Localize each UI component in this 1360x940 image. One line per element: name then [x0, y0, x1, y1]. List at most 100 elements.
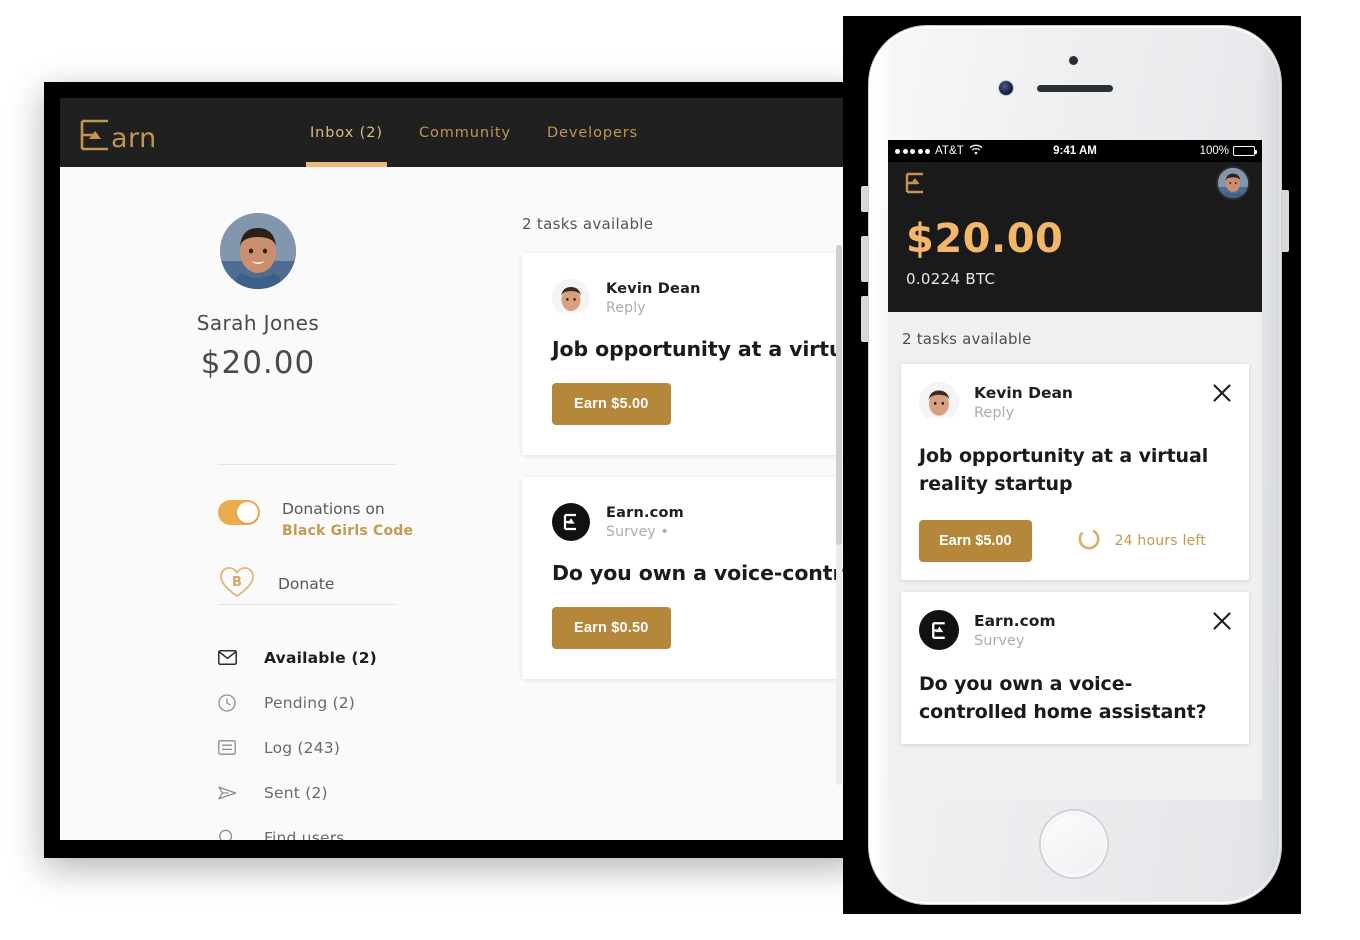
- donations-toggle-row[interactable]: Donations on Black Girls Code: [218, 497, 413, 543]
- task-card[interactable]: Earn.com Survey • Do you own a voice-con…: [522, 477, 846, 679]
- profile-name: Sarah Jones: [196, 311, 320, 335]
- sidebar-item-log[interactable]: Log (243): [218, 725, 438, 770]
- task-sender-name: Earn.com: [974, 611, 1056, 630]
- svg-text:arn: arn: [111, 123, 157, 153]
- divider: [218, 464, 396, 465]
- home-button-inner: [1045, 815, 1103, 873]
- avatar[interactable]: [220, 213, 296, 289]
- tab-inbox-label: Inbox (2): [310, 124, 383, 141]
- battery-icon: [1233, 146, 1257, 156]
- task-sender-name: Kevin Dean: [974, 383, 1073, 402]
- donations-label: Donations on: [282, 500, 385, 518]
- phone-task-card[interactable]: Earn.com Survey Do you own a voice-contr…: [901, 592, 1249, 745]
- earn-logo-icon[interactable]: arn: [78, 117, 166, 154]
- sidebar-item-sent-label: Sent (2): [264, 783, 328, 802]
- sender-avatar: [919, 382, 959, 422]
- task-sender-name: Kevin Dean: [606, 280, 701, 297]
- donate-label: Donate: [278, 575, 335, 593]
- tab-inbox[interactable]: Inbox (2): [292, 98, 401, 167]
- list-icon: [218, 740, 244, 755]
- task-type-label: Reply: [606, 299, 646, 316]
- clock-icon: [218, 693, 244, 712]
- timer-circle-icon: [1076, 526, 1102, 556]
- tab-developers-label: Developers: [546, 124, 639, 141]
- sidebar-item-available[interactable]: Available (2): [218, 635, 438, 680]
- task-timer: 24 hours left: [1076, 526, 1206, 556]
- sender-avatar: [552, 279, 590, 317]
- task-title: Do you own a voice-controlled home assis…: [552, 561, 846, 585]
- donate-row[interactable]: B Donate: [218, 565, 334, 603]
- phone-card-meta: Kevin Dean Reply: [974, 384, 1073, 421]
- close-icon[interactable]: [1211, 610, 1233, 632]
- donations-text: Donations on Black Girls Code: [282, 497, 413, 543]
- sidebar-item-find-users[interactable]: Find users: [218, 815, 438, 840]
- task-card-header: Earn.com Survey •: [522, 477, 846, 541]
- donations-toggle[interactable]: [218, 500, 260, 525]
- tab-community[interactable]: Community: [401, 98, 529, 167]
- close-icon[interactable]: [1211, 382, 1233, 404]
- phone-balance-amount: $20.00: [906, 216, 1064, 262]
- desktop-window-content: arn Inbox (2) Community Developers Sarah…: [60, 98, 846, 840]
- status-time: 9:41 AM: [1053, 145, 1097, 157]
- task-card-meta: Kevin Dean Reply: [606, 281, 701, 316]
- task-type-label: Survey: [974, 632, 1025, 649]
- home-button[interactable]: [1041, 811, 1107, 877]
- phone-balance-section: $20.00 0.0224 BTC: [888, 203, 1262, 312]
- task-count-label: 2 tasks available: [522, 215, 654, 233]
- task-title: Job opportunity at a virtual reality sta…: [919, 445, 1209, 496]
- sidebar-item-find-users-label: Find users: [264, 828, 345, 841]
- earn-logo-avatar-icon: [552, 503, 590, 541]
- screenshot-stage: arn Inbox (2) Community Developers Sarah…: [0, 0, 1360, 940]
- task-title: Do you own a voice-controlled home assis…: [919, 673, 1207, 724]
- phone-balance-btc: 0.0224 BTC: [906, 270, 996, 288]
- toggle-knob: [237, 502, 258, 523]
- task-type-label: Survey •: [606, 523, 670, 540]
- phone-card-meta: Earn.com Survey: [974, 612, 1056, 649]
- earpiece-speaker-icon: [1037, 85, 1113, 92]
- envelope-icon: [218, 650, 244, 665]
- task-card[interactable]: Kevin Dean Reply Job opportunity at a vi…: [522, 253, 846, 455]
- bitcoin-heart-icon: B: [218, 565, 256, 603]
- avatar[interactable]: [1218, 168, 1248, 198]
- earn-button[interactable]: Earn $5.00: [552, 383, 671, 425]
- tab-developers[interactable]: Developers: [529, 98, 656, 167]
- earn-logo-mark-icon[interactable]: [904, 171, 928, 195]
- donations-organization[interactable]: Black Girls Code: [282, 521, 413, 543]
- sidebar-item-pending[interactable]: Pending (2): [218, 680, 438, 725]
- sidebar-item-sent[interactable]: Sent (2): [218, 770, 438, 815]
- task-list-pane: 2 tasks available Kevin Dean Reply Job o…: [460, 167, 846, 840]
- task-list-scrollbar[interactable]: [836, 245, 842, 785]
- phone-card-header: Kevin Dean Reply: [919, 382, 1231, 422]
- task-sender-name: Earn.com: [606, 504, 684, 521]
- phone-screen: AT&T 9:41 AM 100% $20.00 0.0224 BTC 2 ta…: [888, 140, 1262, 800]
- task-card-header: Kevin Dean Reply: [522, 253, 846, 317]
- task-title: Job opportunity at a virtual reality sta…: [552, 337, 846, 361]
- earn-button[interactable]: Earn $5.00: [919, 520, 1032, 563]
- earn-logo-avatar-icon: [919, 610, 959, 651]
- proximity-sensor-icon: [1069, 56, 1078, 65]
- sidebar-item-available-label: Available (2): [264, 648, 377, 667]
- desktop-window: arn Inbox (2) Community Developers Sarah…: [44, 82, 862, 858]
- sidebar: Sarah Jones $20.00 Donations on Black Gi…: [60, 167, 460, 840]
- scrollbar-thumb[interactable]: [836, 245, 842, 545]
- desktop-nav: Inbox (2) Community Developers: [292, 98, 656, 167]
- phone-task-card[interactable]: Kevin Dean Reply Job opportunity at a vi…: [901, 364, 1249, 581]
- divider: [218, 604, 396, 605]
- search-icon: [218, 829, 244, 840]
- sidebar-item-pending-label: Pending (2): [264, 693, 356, 712]
- status-bar: AT&T 9:41 AM 100%: [888, 140, 1262, 162]
- tab-community-label: Community: [418, 124, 511, 141]
- svg-text:B: B: [232, 575, 242, 590]
- task-type-label: Reply: [974, 404, 1015, 421]
- desktop-header: arn Inbox (2) Community Developers: [60, 98, 846, 167]
- earn-button[interactable]: Earn $0.50: [552, 607, 671, 649]
- desktop-body: Sarah Jones $20.00 Donations on Black Gi…: [60, 167, 846, 840]
- phone-task-count-label: 2 tasks available: [888, 312, 1262, 364]
- sidebar-item-log-label: Log (243): [264, 738, 341, 757]
- timer-label: 24 hours left: [1114, 533, 1206, 550]
- phone-card-footer: Earn $5.00 24 hours left: [919, 520, 1231, 563]
- front-camera-icon: [999, 81, 1013, 95]
- power-button[interactable]: [1280, 190, 1289, 252]
- phone-app-topbar: [888, 162, 1262, 203]
- phone-card-header: Earn.com Survey: [919, 610, 1231, 651]
